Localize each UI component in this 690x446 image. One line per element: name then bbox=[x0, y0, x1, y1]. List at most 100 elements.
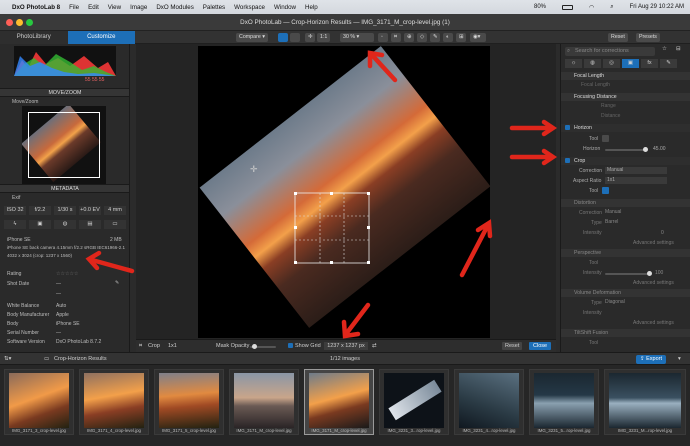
horizon-enable-checkbox[interactable] bbox=[565, 125, 570, 130]
crop-frame[interactable] bbox=[294, 192, 370, 264]
menu-view[interactable]: View bbox=[108, 4, 121, 11]
menu-palettes[interactable]: Palettes bbox=[203, 4, 225, 11]
reset-crop-button[interactable]: Reset bbox=[502, 342, 523, 350]
horizon-tool-icon[interactable]: ⊕ bbox=[404, 33, 414, 42]
tab-customize[interactable]: Customize bbox=[67, 31, 135, 44]
focusing-distance-header[interactable]: Focusing Distance bbox=[561, 93, 690, 101]
battery-icon[interactable] bbox=[562, 4, 573, 10]
show-grid-checkbox[interactable] bbox=[288, 343, 293, 348]
clock[interactable]: Fri Aug 29 10:22 AM bbox=[630, 4, 684, 10]
filmstrip-thumb[interactable]: IMG_3171_5_crop-level.jpg bbox=[154, 369, 224, 435]
perspective-tool-icon[interactable]: ◇ bbox=[417, 33, 427, 42]
focal-length-header[interactable]: Focal Length bbox=[561, 72, 690, 80]
exif-subheader[interactable]: Exif bbox=[12, 195, 20, 201]
menu-workspace[interactable]: Workspace bbox=[234, 4, 265, 11]
edit-icon[interactable]: ✎ bbox=[115, 280, 119, 286]
search-field[interactable]: ⌕ Search for corrections bbox=[565, 47, 655, 56]
rating-stars[interactable]: ☆☆☆☆☆ bbox=[56, 271, 78, 277]
close-window-button[interactable] bbox=[6, 19, 13, 26]
tab-photolibrary[interactable]: PhotoLibrary bbox=[0, 31, 68, 44]
advanced-settings-link[interactable]: Advanced settings bbox=[633, 240, 674, 246]
reset-button[interactable]: Reset bbox=[608, 33, 628, 42]
filmstrip-thumb[interactable]: IMG_3171_4_crop-level.jpg bbox=[79, 369, 149, 435]
one-to-one-button[interactable]: 1:1 bbox=[317, 33, 331, 42]
filmstrip-thumb[interactable]: IMG_3171_3_crop-level.jpg bbox=[4, 369, 74, 435]
distortion-type-select[interactable]: Barrel bbox=[605, 219, 618, 225]
move-zoom-header[interactable]: MOVE/ZOOM bbox=[0, 88, 129, 97]
split-view-button[interactable] bbox=[290, 33, 300, 42]
presets-button[interactable]: Presets bbox=[636, 33, 660, 42]
search-icon[interactable]: ⌕ bbox=[610, 4, 613, 11]
volume-type-select[interactable]: Diagonal bbox=[605, 299, 625, 305]
filmstrip-thumb[interactable]: IMG_3231_M...rop-level.jpg bbox=[604, 369, 686, 435]
menu-help[interactable]: Help bbox=[305, 4, 318, 11]
menu-image[interactable]: Image bbox=[130, 4, 147, 11]
perspective-intensity-value[interactable]: 100 bbox=[655, 270, 663, 276]
app-menu[interactable]: DxO PhotoLab 8 bbox=[12, 4, 60, 11]
eye-icon[interactable]: ◉▾ bbox=[470, 33, 486, 42]
image-viewer[interactable]: ✛ bbox=[136, 44, 556, 339]
crop-header[interactable]: Crop bbox=[561, 157, 690, 165]
perspective-intensity-slider[interactable] bbox=[605, 271, 652, 276]
horizon-header[interactable]: Horizon bbox=[561, 124, 690, 132]
distortion-intensity-value[interactable]: 0 bbox=[661, 230, 664, 236]
metadata-header[interactable]: METADATA bbox=[0, 184, 129, 193]
advanced-settings-link-3[interactable]: Advanced settings bbox=[633, 320, 674, 326]
minimize-window-button[interactable] bbox=[16, 19, 23, 26]
local-adjust-icon[interactable]: ◐ bbox=[443, 33, 453, 42]
filmstrip-thumb-selected[interactable]: IMG_3171_M_crop-level.jpg bbox=[304, 369, 374, 435]
menu-file[interactable]: File bbox=[69, 4, 79, 11]
geometry-tab-icon[interactable]: ▣ bbox=[622, 59, 639, 68]
export-button[interactable]: ⇪ Export bbox=[636, 355, 667, 364]
menu-edit[interactable]: Edit bbox=[88, 4, 99, 11]
ratio-select[interactable]: 1x1 bbox=[168, 343, 177, 349]
horizon-tool-button[interactable] bbox=[602, 135, 609, 142]
effects-tab-icon[interactable]: fx bbox=[641, 59, 658, 68]
compare-button[interactable]: Compare ▾ bbox=[236, 33, 268, 42]
zoom-window-button[interactable] bbox=[26, 19, 33, 26]
filmstrip-thumb[interactable]: IMG_3231_5...rop-level.jpg bbox=[529, 369, 599, 435]
volume-deformation-header[interactable]: Volume Deformation bbox=[561, 289, 690, 297]
close-crop-button[interactable]: Close bbox=[529, 342, 552, 350]
horizon-value[interactable]: 45.00 bbox=[653, 146, 666, 152]
menu-dxo-modules[interactable]: DxO Modules bbox=[156, 4, 193, 11]
view-mode-button[interactable] bbox=[278, 33, 288, 42]
color-tab-icon[interactable]: ◍ bbox=[584, 59, 601, 68]
export-menu-icon[interactable]: ▾ bbox=[678, 356, 681, 362]
zoom-select[interactable]: 30 % ▾ bbox=[340, 33, 374, 42]
distortion-correction-select[interactable]: Manual bbox=[605, 209, 621, 215]
favorite-star-icon[interactable]: ☆ bbox=[662, 46, 667, 52]
tiltshift-header[interactable]: TiltShift Fusion bbox=[561, 329, 690, 337]
field-shotdate-value[interactable]: — bbox=[56, 281, 61, 287]
advanced-settings-link-2[interactable]: Advanced settings bbox=[633, 280, 674, 286]
rotated-photo[interactable] bbox=[199, 46, 490, 328]
crop-enable-checkbox[interactable] bbox=[565, 158, 570, 163]
repair-tool-icon[interactable]: ✎ bbox=[430, 33, 440, 42]
menu-window[interactable]: Window bbox=[274, 4, 296, 11]
zoom-out-icon[interactable]: ◦ bbox=[378, 33, 388, 42]
crop-aspect-select[interactable]: 1x1 bbox=[605, 177, 667, 184]
wifi-icon[interactable]: ◠ bbox=[589, 4, 594, 11]
crop-tool-button[interactable] bbox=[602, 187, 609, 194]
detail-tab-icon[interactable]: ◎ bbox=[603, 59, 620, 68]
distortion-header[interactable]: Distortion bbox=[561, 199, 690, 207]
local-tab-icon[interactable]: ✎ bbox=[660, 59, 677, 68]
palette-menu-icon[interactable]: ⊟ bbox=[676, 46, 681, 52]
navigator-preview[interactable] bbox=[22, 106, 106, 184]
perspective-header[interactable]: Perspective bbox=[561, 249, 690, 257]
horizon-slider[interactable] bbox=[605, 147, 648, 152]
filmstrip-thumb[interactable]: IMG_3231_4...rop-level.jpg bbox=[454, 369, 524, 435]
filmstrip-thumb[interactable]: IMG_3231_3...rop-level.jpg bbox=[379, 369, 449, 435]
light-tab-icon[interactable]: ☼ bbox=[565, 59, 582, 68]
sort-icon[interactable]: ⇅▾ bbox=[4, 356, 11, 362]
mask-opacity-slider[interactable] bbox=[250, 344, 276, 349]
navigator-viewport[interactable] bbox=[28, 112, 100, 178]
fit-icon[interactable]: ✛ bbox=[305, 33, 315, 42]
crop-tool-icon[interactable]: ⌗ bbox=[391, 33, 401, 42]
filmstrip-thumb[interactable]: IMG_3171_M_crop-level.jpg bbox=[229, 369, 299, 435]
move-zoom-subheader[interactable]: Move/Zoom bbox=[12, 99, 38, 105]
crop-size-field[interactable]: 1237 x 1237 px bbox=[324, 342, 368, 350]
watermark-icon[interactable]: ⊞ bbox=[456, 33, 466, 42]
crop-correction-select[interactable]: Manual bbox=[605, 167, 667, 174]
swap-icon[interactable]: ⇄ bbox=[372, 343, 377, 349]
